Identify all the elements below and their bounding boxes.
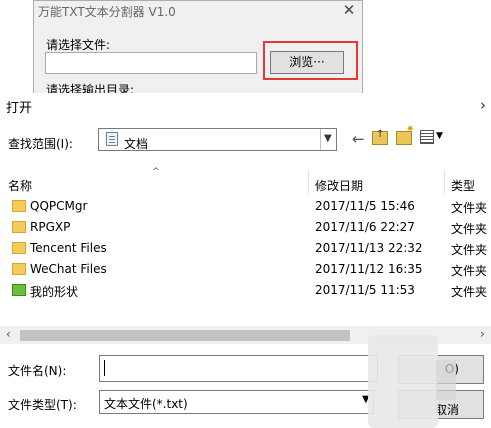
item-type: 文件夹 <box>451 264 488 278</box>
dialog-title: 打开 <box>6 101 33 116</box>
column-divider[interactable] <box>444 170 445 194</box>
list-item[interactable]: RPGXP 2017/11/6 22:27 文件夹 <box>0 217 491 238</box>
file-name-label: 文件名(N): <box>8 364 67 378</box>
item-name: RPGXP <box>30 220 71 234</box>
text-caret <box>104 360 105 376</box>
list-item[interactable]: Tencent Files 2017/11/13 22:32 文件夹 <box>0 238 491 259</box>
watermark-blur <box>368 335 438 428</box>
up-folder-icon[interactable]: ↑ <box>372 129 388 145</box>
folder-icon <box>12 263 26 275</box>
chevron-down-icon[interactable]: ▼ <box>324 133 332 144</box>
document-icon <box>106 132 118 146</box>
item-type: 文件夹 <box>451 222 488 236</box>
column-header-name[interactable]: 名称 <box>8 177 32 194</box>
item-name: WeChat Files <box>30 262 107 276</box>
item-type: 文件夹 <box>451 243 488 257</box>
scrollbar-thumb[interactable] <box>20 330 350 341</box>
item-name: 我的形状 <box>30 285 79 299</box>
new-folder-icon[interactable]: ✷ <box>396 124 414 145</box>
back-icon[interactable]: ← <box>352 130 365 148</box>
item-type: 文件夹 <box>451 285 488 299</box>
folder-icon <box>12 200 26 212</box>
column-header-type[interactable]: 类型 <box>451 177 475 194</box>
file-path-input[interactable] <box>45 52 257 74</box>
column-header-date[interactable]: 修改日期 <box>315 177 363 194</box>
file-label: 请选择文件: <box>46 38 111 52</box>
close-icon[interactable]: ✕ <box>340 1 358 19</box>
column-divider[interactable] <box>308 170 309 194</box>
folder-icon <box>12 221 26 233</box>
folder-icon <box>12 242 26 254</box>
item-date: 2017/11/12 16:35 <box>315 262 423 276</box>
browse-button[interactable]: 浏览··· <box>270 51 344 74</box>
chevron-right-icon[interactable]: › <box>480 96 486 114</box>
file-type-value: 文本文件(*.txt) <box>104 397 188 411</box>
sort-indicator-icon: ^ <box>152 167 160 177</box>
view-menu-arrow-icon[interactable]: ▼ <box>436 131 443 141</box>
view-menu-icon[interactable] <box>420 130 434 144</box>
item-date: 2017/11/5 11:53 <box>315 283 415 297</box>
item-name: QQPCMgr <box>30 199 88 213</box>
item-type: 文件夹 <box>451 201 488 215</box>
look-in-value: 文档 <box>124 137 149 151</box>
output-dir-label: 请选择输出目录: <box>46 83 135 93</box>
list-item[interactable]: QQPCMgr 2017/11/5 15:46 文件夹 <box>0 196 491 217</box>
watermark-blur <box>436 360 456 400</box>
file-type-label: 文件类型(T): <box>8 398 77 412</box>
list-item[interactable]: WeChat Files 2017/11/12 16:35 文件夹 <box>0 259 491 280</box>
shape-icon <box>12 284 26 296</box>
scroll-right-icon[interactable]: › <box>480 327 485 341</box>
splitter-title: 万能TXT文本分割器 V1.0 <box>38 5 176 19</box>
item-date: 2017/11/5 15:46 <box>315 199 415 213</box>
look-in-label: 查找范围(I): <box>8 137 73 151</box>
item-date: 2017/11/6 22:27 <box>315 220 415 234</box>
item-date: 2017/11/13 22:32 <box>315 241 423 255</box>
item-name: Tencent Files <box>30 241 107 255</box>
list-item[interactable]: 我的形状 2017/11/5 11:53 文件夹 <box>0 280 491 301</box>
scroll-left-icon[interactable]: ‹ <box>6 327 11 341</box>
file-name-input[interactable] <box>99 355 378 382</box>
